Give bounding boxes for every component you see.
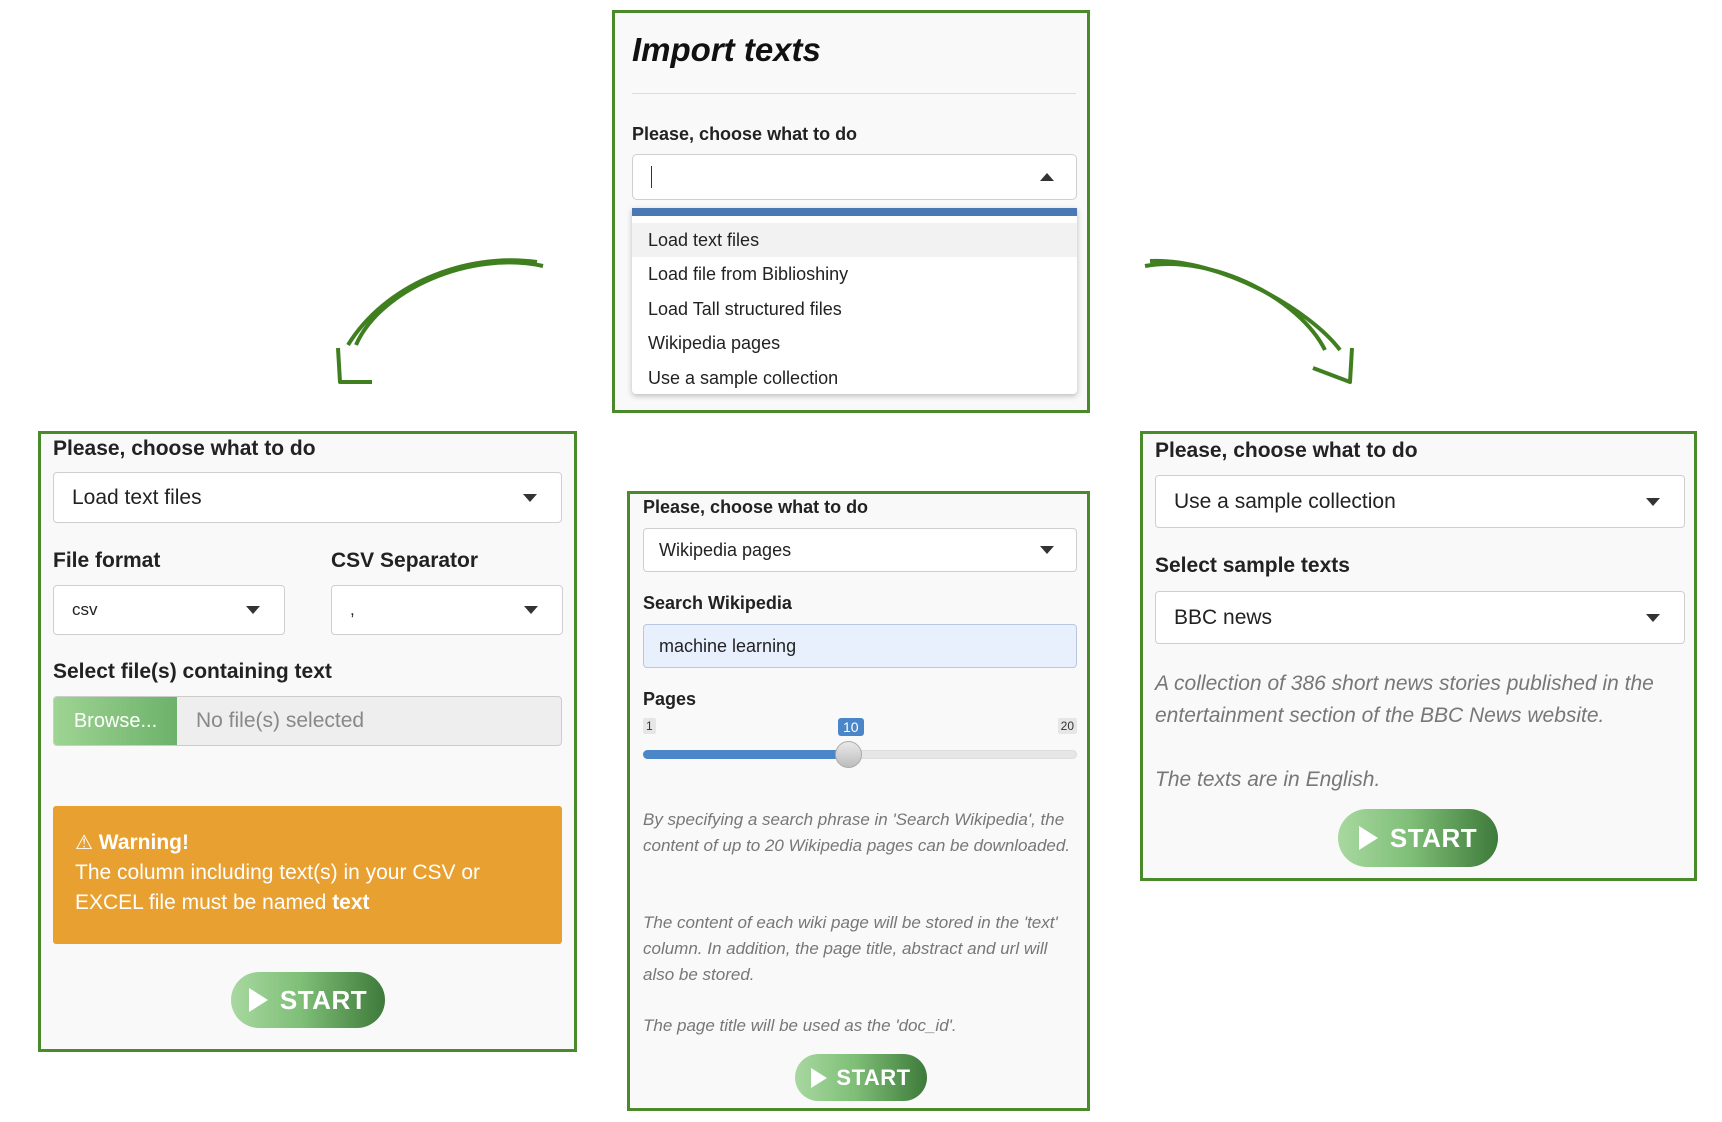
selected-value: , [350, 600, 355, 619]
selected-value: Wikipedia pages [659, 539, 792, 560]
warning-heading: ⚠ Warning! [75, 828, 540, 858]
search-input[interactable]: machine learning [643, 624, 1077, 668]
csv-separator-label: CSV Separator [331, 549, 479, 572]
slider-fill [643, 750, 849, 759]
start-button[interactable]: START [1338, 809, 1498, 867]
play-icon [1358, 826, 1378, 850]
warning-bold-text: text [332, 891, 370, 914]
menu-item-wikipedia[interactable]: Wikipedia pages [632, 326, 1077, 360]
warning-text: The column including text(s) in your CSV… [75, 861, 480, 914]
load-text-files-panel: Please, choose what to do Load text file… [38, 431, 577, 1052]
sample-language: The texts are in English. [1155, 768, 1381, 791]
menu-item-sample[interactable]: Use a sample collection [632, 361, 1077, 395]
start-label: START [1389, 822, 1478, 853]
chevron-down-icon [524, 606, 538, 614]
chevron-up-icon [1040, 173, 1054, 181]
warning-box: ⚠ Warning! The column including text(s) … [53, 806, 562, 944]
pages-slider[interactable]: 1 10 20 [643, 718, 1077, 773]
file-format-label: File format [53, 549, 161, 572]
chevron-down-icon [1040, 546, 1054, 554]
slider-value-label: 10 [838, 718, 864, 736]
dropdown-selected-bar [632, 208, 1077, 216]
start-button[interactable]: START [231, 972, 385, 1028]
choose-label: Please, choose what to do [53, 437, 316, 460]
search-wikipedia-label: Search Wikipedia [643, 593, 792, 613]
pages-label: Pages [643, 689, 697, 709]
action-select-open[interactable] [632, 154, 1077, 200]
wikipedia-note-3: The page title will be used as the 'doc_… [643, 1016, 957, 1035]
warning-icon: ⚠ [75, 832, 93, 854]
right-curved-arrow-icon [1144, 258, 1354, 384]
selected-value: BBC news [1174, 605, 1273, 629]
slider-handle[interactable] [835, 741, 862, 768]
import-texts-panel: Import texts Please, choose what to do L… [612, 10, 1090, 413]
sample-texts-select[interactable]: BBC news [1155, 591, 1685, 644]
chevron-down-icon [523, 493, 537, 502]
action-select[interactable]: Use a sample collection [1155, 475, 1685, 528]
start-button[interactable]: START [795, 1054, 927, 1101]
browse-button[interactable]: Browse... [54, 697, 177, 745]
choose-label: Please, choose what to do [1155, 439, 1418, 462]
search-value: machine learning [659, 635, 797, 656]
start-label: START [836, 1064, 911, 1090]
wikipedia-note-1: By specifying a search phrase in 'Search… [643, 810, 1071, 855]
selected-value: Load text files [72, 485, 202, 509]
file-input: Browse... No file(s) selected [53, 696, 562, 746]
title-divider [632, 93, 1076, 94]
chevron-down-icon [1646, 497, 1660, 506]
warning-message: The column including text(s) in your CSV… [75, 858, 540, 918]
menu-item-load-biblioshiny[interactable]: Load file from Biblioshiny [632, 257, 1077, 291]
no-files-text: No file(s) selected [196, 709, 365, 732]
warning-title: Warning! [98, 831, 189, 854]
play-icon [811, 1067, 828, 1088]
select-sample-label: Select sample texts [1155, 554, 1350, 577]
menu-item-load-text-files[interactable]: Load text files [632, 223, 1077, 257]
choose-label: Please, choose what to do [643, 497, 869, 517]
selected-value: csv [72, 600, 98, 619]
wikipedia-note-2: The content of each wiki page will be st… [643, 913, 1058, 984]
page-title: Import texts [632, 31, 821, 68]
dropdown-menu: Load text files Load file from Biblioshi… [632, 208, 1077, 394]
selected-value: Use a sample collection [1174, 489, 1396, 513]
text-cursor [651, 166, 652, 188]
action-select[interactable]: Load text files [53, 472, 562, 523]
menu-item-load-tall[interactable]: Load Tall structured files [632, 292, 1077, 326]
file-format-select[interactable]: csv [53, 585, 285, 635]
sample-description: A collection of 386 short news stories p… [1155, 672, 1654, 727]
select-files-label: Select file(s) containing text [53, 660, 332, 683]
slider-max-label: 20 [1057, 718, 1077, 734]
slider-min-label: 1 [643, 718, 656, 734]
chevron-down-icon [1646, 613, 1660, 622]
choose-label: Please, choose what to do [632, 124, 858, 144]
chevron-down-icon [246, 606, 260, 614]
action-select[interactable]: Wikipedia pages [643, 528, 1077, 572]
play-icon [248, 988, 268, 1012]
sample-collection-panel: Please, choose what to do Use a sample c… [1140, 431, 1697, 881]
csv-separator-select[interactable]: , [331, 585, 563, 635]
start-label: START [279, 984, 368, 1015]
left-curved-arrow-icon [336, 258, 544, 384]
wikipedia-panel: Please, choose what to do Wikipedia page… [627, 491, 1090, 1111]
